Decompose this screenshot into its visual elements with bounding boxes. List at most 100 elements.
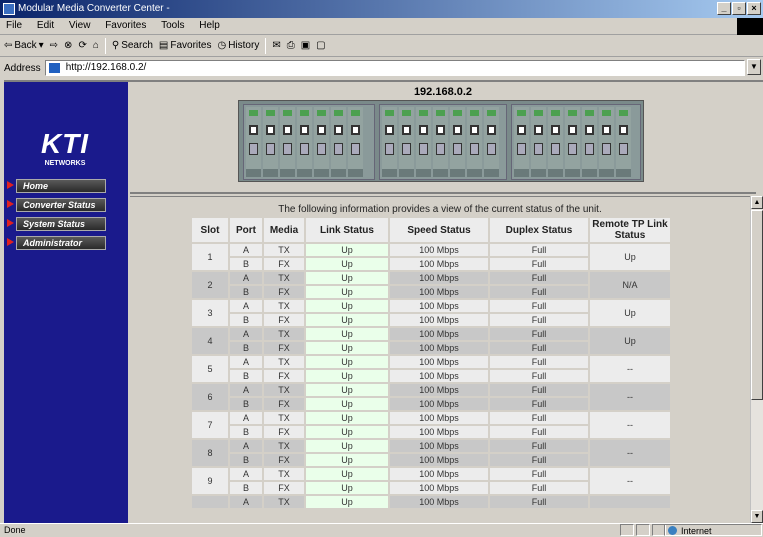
history-button[interactable]: ◷ History [217, 40, 259, 51]
arrow-icon [7, 238, 14, 246]
media-cell: FX [264, 370, 304, 382]
nav-converter-status[interactable]: Converter Status [7, 197, 112, 212]
link-status-cell: Up [306, 342, 388, 354]
menu-view[interactable]: View [63, 18, 97, 33]
security-zone: Internet [664, 524, 762, 536]
search-icon: ⚲ [111, 40, 120, 51]
favorites-button[interactable]: ▤ Favorites [159, 40, 212, 51]
media-cell: TX [264, 356, 304, 368]
device-frame: 192.168.0.2 [130, 82, 756, 194]
chassis-image [238, 100, 644, 182]
menu-favorites[interactable]: Favorites [99, 18, 152, 33]
slot-card [297, 107, 312, 177]
vertical-scrollbar[interactable]: ▲ ▼ [750, 196, 763, 523]
menu-file[interactable]: File [0, 18, 28, 33]
link-status-cell: Up [306, 454, 388, 466]
discuss-button[interactable]: ▢ [316, 40, 325, 51]
link-status-cell: Up [306, 244, 388, 256]
duplex-status-cell: Full [490, 496, 588, 508]
intro-text: The following information provides a vie… [278, 204, 602, 215]
home-button[interactable]: ⌂ [93, 40, 99, 51]
windows-logo-icon [737, 18, 763, 35]
scroll-down-button[interactable]: ▼ [751, 510, 763, 523]
port-cell: A [230, 440, 262, 452]
media-cell: TX [264, 440, 304, 452]
remote-tp-link-cell: -- [590, 412, 670, 438]
slot-cell: 7 [192, 412, 228, 438]
remote-tp-link-cell: N/A [590, 272, 670, 298]
maximize-button[interactable]: ▫ [732, 2, 746, 15]
table-row: 6 A TX Up 100 Mbps Full -- [192, 384, 670, 410]
slot-card [263, 107, 278, 177]
forward-button[interactable]: ⇨ [50, 40, 58, 51]
nav-administrator[interactable]: Administrator [7, 235, 112, 250]
duplex-status-cell: Full [490, 328, 588, 340]
menu-help[interactable]: Help [193, 18, 226, 33]
scroll-up-button[interactable]: ▲ [751, 196, 763, 209]
menu-tools[interactable]: Tools [155, 18, 190, 33]
card-group [379, 104, 507, 180]
slot-card [246, 107, 261, 177]
address-label: Address [4, 62, 41, 74]
slot-cell: 3 [192, 300, 228, 326]
slot-card [548, 107, 563, 177]
speed-status-cell: 100 Mbps [390, 482, 488, 494]
toolbar: ⇦ Back ▾ ⇨ ⊗ ⟳ ⌂ ⚲ Search ▤ Favorites ◷ Histo… [0, 35, 763, 57]
refresh-button[interactable]: ⟳ [78, 40, 86, 51]
slot-cell [192, 496, 228, 508]
link-status-cell: Up [306, 328, 388, 340]
forward-arrow-icon: ⇨ [49, 40, 59, 51]
address-dropdown-button[interactable]: ▼ [747, 59, 761, 75]
minimize-button[interactable]: _ [717, 2, 731, 15]
company-logo-sub: NETWORKS [44, 160, 86, 167]
slot-card [348, 107, 363, 177]
stop-button[interactable]: ⊗ [64, 40, 72, 51]
slot-card [433, 107, 448, 177]
port-cell: B [230, 482, 262, 494]
slot-card [484, 107, 499, 177]
link-status-cell: Up [306, 314, 388, 326]
link-status-cell: Up [306, 370, 388, 382]
port-cell: A [230, 468, 262, 480]
header-remote-tp-link-status: Remote TP Link Status [590, 218, 670, 242]
back-button[interactable]: ⇦ Back ▾ [4, 40, 44, 51]
mail-button[interactable]: ✉ [272, 40, 280, 51]
address-input[interactable]: http://192.168.0.2/ [44, 60, 745, 76]
port-cell: A [230, 384, 262, 396]
status-frame: The following information provides a vie… [130, 196, 750, 523]
menu-edit[interactable]: Edit [31, 18, 60, 33]
search-button[interactable]: ⚲ Search [112, 40, 153, 51]
header-port: Port [230, 218, 262, 242]
link-status-cell: Up [306, 412, 388, 424]
media-cell: FX [264, 258, 304, 270]
company-logo: KTI [40, 128, 90, 159]
table-row: 4 A TX Up 100 Mbps Full Up [192, 328, 670, 354]
speed-status-cell: 100 Mbps [390, 496, 488, 508]
table-row: 5 A TX Up 100 Mbps Full -- [192, 356, 670, 382]
link-status-cell: Up [306, 496, 388, 508]
back-arrow-icon: ⇦ [4, 40, 13, 51]
port-cell: A [230, 244, 262, 256]
nav-system-status[interactable]: System Status [7, 216, 112, 231]
duplex-status-cell: Full [490, 468, 588, 480]
edit-button[interactable]: ▣ [301, 40, 310, 51]
duplex-status-cell: Full [490, 244, 588, 256]
arrow-icon [7, 219, 14, 227]
slot-cell: 8 [192, 440, 228, 466]
port-cell: A [230, 300, 262, 312]
scroll-thumb[interactable] [751, 210, 763, 400]
header-slot: Slot [192, 218, 228, 242]
speed-status-cell: 100 Mbps [390, 356, 488, 368]
page-icon [48, 63, 60, 73]
card-group [243, 104, 375, 180]
link-status-cell: Up [306, 468, 388, 480]
close-button[interactable]: × [747, 2, 761, 15]
port-cell: B [230, 426, 262, 438]
media-cell: TX [264, 496, 304, 508]
duplex-status-cell: Full [490, 370, 588, 382]
media-cell: FX [264, 426, 304, 438]
slot-card [450, 107, 465, 177]
print-button[interactable]: ⎙ [287, 40, 295, 51]
nav-home[interactable]: Home [7, 178, 112, 193]
port-cell: A [230, 272, 262, 284]
